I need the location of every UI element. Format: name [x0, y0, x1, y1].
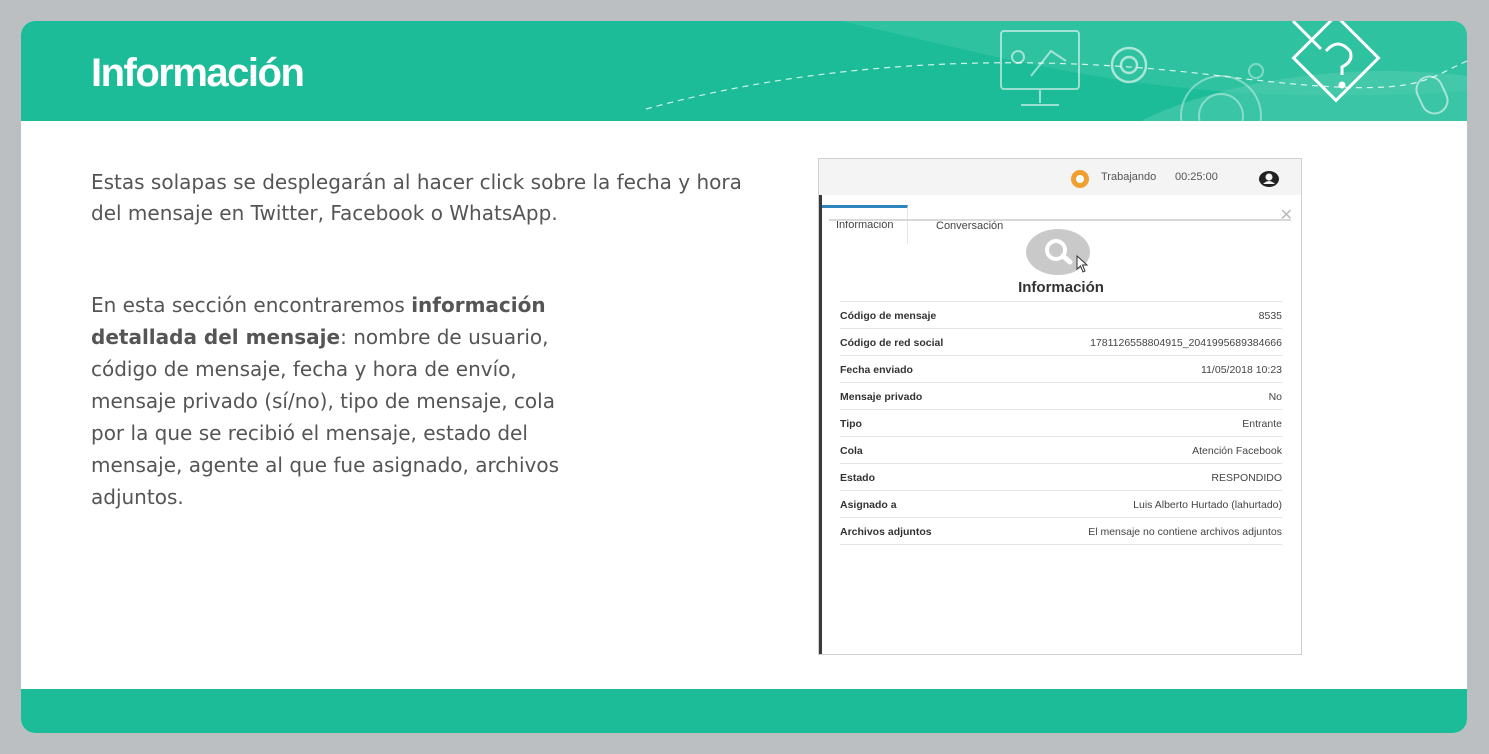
- slide: Información Estas solapas se desplegarán…: [21, 21, 1467, 733]
- description-intro: En esta sección encontraremos: [91, 293, 412, 317]
- table-row: Estado RESPONDIDO: [840, 463, 1282, 490]
- table-row: Tipo Entrante: [840, 409, 1282, 436]
- table-row: Código de red social 1781126558804915_204…: [840, 328, 1282, 355]
- description-rest: : nombre de usuario, código de mensaje, …: [91, 325, 559, 509]
- row-value: Atención Facebook: [1192, 445, 1282, 457]
- table-row: Mensaje privado No: [840, 382, 1282, 409]
- info-table: Código de mensaje 8535 Código de red soci…: [840, 301, 1282, 545]
- page-title: Información: [91, 51, 305, 95]
- cursor-icon: [1076, 255, 1089, 273]
- section-title: Información: [1018, 279, 1104, 296]
- table-row: Fecha enviado 11/05/2018 10:23: [840, 355, 1282, 382]
- table-row: Código de mensaje 8535: [840, 301, 1282, 328]
- description-paragraph: En esta sección encontraremos informació…: [91, 289, 581, 513]
- row-value: 11/05/2018 10:23: [1201, 364, 1282, 376]
- row-label: Código de red social: [840, 337, 944, 349]
- table-row: Cola Atención Facebook: [840, 436, 1282, 463]
- tab-conversacion[interactable]: Conversación: [922, 207, 1017, 245]
- divider: [829, 219, 1291, 221]
- row-value: Entrante: [1242, 418, 1282, 430]
- close-icon[interactable]: ✕: [1280, 205, 1293, 225]
- row-label: Asignado a: [840, 499, 897, 511]
- intro-paragraph: Estas solapas se desplegarán al hacer cl…: [91, 170, 742, 225]
- row-label: Archivos adjuntos: [840, 526, 932, 538]
- timer-label: 00:25:00: [1175, 171, 1218, 183]
- row-value: El mensaje no contiene archivos adjuntos: [1088, 526, 1282, 538]
- row-label: Estado: [840, 472, 876, 484]
- row-value: RESPONDIDO: [1211, 472, 1282, 484]
- table-row: Asignado a Luis Alberto Hurtado (lahurtad…: [840, 490, 1282, 517]
- row-value: 1781126558804915_2041995689384666: [1090, 337, 1282, 349]
- table-row: Archivos adjuntos El mensaje no contiene …: [840, 517, 1282, 545]
- row-value: 8535: [1258, 310, 1282, 322]
- row-label: Tipo: [840, 418, 862, 430]
- row-label: Cola: [840, 445, 863, 457]
- row-label: Código de mensaje: [840, 310, 937, 322]
- row-value: Luis Alberto Hurtado (lahurtado): [1133, 499, 1282, 511]
- app-topbar: Trabajando 00:25:00: [819, 159, 1301, 196]
- status-label: Trabajando: [1101, 171, 1157, 183]
- row-label: Fecha enviado: [840, 364, 913, 376]
- tab-informacion[interactable]: Información: [822, 205, 909, 244]
- row-value: No: [1268, 391, 1282, 403]
- row-label: Mensaje privado: [840, 391, 923, 403]
- user-icon[interactable]: [1258, 170, 1280, 188]
- header-banner: Información: [21, 21, 1467, 121]
- status-icon[interactable]: [1071, 170, 1089, 188]
- footer-bar: [21, 689, 1467, 733]
- app-screenshot: Trabajando 00:25:00 Información Conversa…: [818, 158, 1302, 655]
